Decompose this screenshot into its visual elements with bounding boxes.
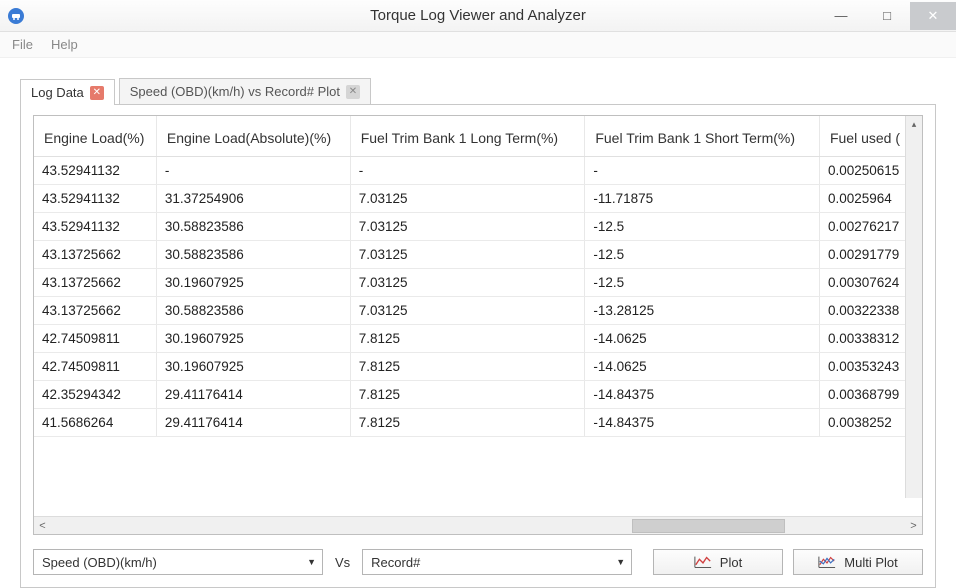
maximize-button[interactable]: □	[864, 2, 910, 30]
dropdown-value: Record#	[371, 555, 610, 570]
content-area: Log Data ✕ Speed (OBD)(km/h) vs Record# …	[0, 58, 956, 588]
table-cell: -12.5	[585, 213, 820, 241]
tab-speed-plot[interactable]: Speed (OBD)(km/h) vs Record# Plot ✕	[119, 78, 371, 104]
table-cell: 7.03125	[350, 241, 585, 269]
multi-plot-icon	[818, 555, 836, 569]
tab-panel: Engine Load(%)Engine Load(Absolute)(%)Fu…	[20, 104, 936, 588]
scroll-right-icon[interactable]: >	[905, 520, 922, 532]
table-row[interactable]: 43.5294113231.372549067.03125-11.718750.…	[34, 185, 922, 213]
table-cell: 29.41176414	[156, 409, 350, 437]
table-cell: 30.19607925	[156, 353, 350, 381]
close-button[interactable]: ✕	[910, 2, 956, 30]
table-cell: -13.28125	[585, 297, 820, 325]
table-cell: 30.58823586	[156, 297, 350, 325]
scrollbar-thumb[interactable]	[632, 519, 786, 533]
table-row[interactable]: 42.7450981130.196079257.8125-14.06250.00…	[34, 353, 922, 381]
table-cell: 43.13725662	[34, 269, 156, 297]
close-icon[interactable]: ✕	[346, 85, 360, 99]
table-cell: -	[350, 157, 585, 185]
table-row[interactable]: 43.5294113230.588235867.03125-12.50.0027…	[34, 213, 922, 241]
table-cell: -14.84375	[585, 381, 820, 409]
vertical-scrollbar[interactable]: ▴	[905, 116, 922, 498]
scroll-left-icon[interactable]: <	[34, 520, 51, 532]
horizontal-scrollbar[interactable]: < >	[34, 516, 922, 534]
scroll-up-icon[interactable]: ▴	[906, 116, 922, 132]
table-cell: 30.58823586	[156, 241, 350, 269]
table-cell: 43.52941132	[34, 157, 156, 185]
table-row[interactable]: 43.1372566230.588235867.03125-13.281250.…	[34, 297, 922, 325]
window-title: Torque Log Viewer and Analyzer	[0, 7, 956, 24]
table-cell: -12.5	[585, 269, 820, 297]
table-cell: -	[585, 157, 820, 185]
table-row[interactable]: 41.568626429.411764147.8125-14.843750.00…	[34, 409, 922, 437]
table-cell: 43.52941132	[34, 213, 156, 241]
window-controls: — □ ✕	[818, 2, 956, 30]
multi-plot-button[interactable]: Multi Plot	[793, 549, 923, 575]
table-cell: -12.5	[585, 241, 820, 269]
table-cell: 30.19607925	[156, 325, 350, 353]
plot-button[interactable]: Plot	[653, 549, 783, 575]
table-cell: 7.03125	[350, 185, 585, 213]
table-cell: 7.8125	[350, 353, 585, 381]
titlebar: Torque Log Viewer and Analyzer — □ ✕	[0, 0, 956, 32]
menubar: File Help	[0, 32, 956, 58]
tab-label: Speed (OBD)(km/h) vs Record# Plot	[130, 84, 340, 99]
app-icon	[8, 8, 24, 24]
data-table: Engine Load(%)Engine Load(Absolute)(%)Fu…	[34, 116, 922, 437]
minimize-button[interactable]: —	[818, 2, 864, 30]
table-cell: 43.13725662	[34, 297, 156, 325]
button-label: Multi Plot	[844, 555, 897, 570]
table-cell: 7.8125	[350, 409, 585, 437]
menu-help[interactable]: Help	[51, 37, 78, 52]
chevron-down-icon: ▼	[307, 557, 316, 567]
table-cell: 43.52941132	[34, 185, 156, 213]
table-cell: -11.71875	[585, 185, 820, 213]
table-cell: -14.0625	[585, 325, 820, 353]
y-axis-select[interactable]: Record# ▼	[362, 549, 632, 575]
tab-label: Log Data	[31, 85, 84, 100]
tab-log-data[interactable]: Log Data ✕	[20, 79, 115, 105]
column-header[interactable]: Engine Load(%)	[34, 116, 156, 157]
table-cell: 7.8125	[350, 325, 585, 353]
scrollbar-track[interactable]	[51, 517, 905, 534]
button-label: Plot	[720, 555, 742, 570]
table-cell: 30.19607925	[156, 269, 350, 297]
table-cell: 29.41176414	[156, 381, 350, 409]
dropdown-value: Speed (OBD)(km/h)	[42, 555, 301, 570]
table-cell: 41.5686264	[34, 409, 156, 437]
grid-viewport: Engine Load(%)Engine Load(Absolute)(%)Fu…	[34, 116, 922, 516]
table-row[interactable]: 43.1372566230.588235867.03125-12.50.0029…	[34, 241, 922, 269]
table-cell: 42.74509811	[34, 325, 156, 353]
table-cell: 30.58823586	[156, 213, 350, 241]
column-header[interactable]: Engine Load(Absolute)(%)	[156, 116, 350, 157]
table-cell: -14.84375	[585, 409, 820, 437]
vs-label: Vs	[333, 555, 352, 570]
column-header[interactable]: Fuel Trim Bank 1 Long Term(%)	[350, 116, 585, 157]
plot-controls: Speed (OBD)(km/h) ▼ Vs Record# ▼ Plot Mu…	[33, 549, 923, 575]
table-row[interactable]: 43.52941132---0.00250615	[34, 157, 922, 185]
close-icon[interactable]: ✕	[90, 86, 104, 100]
tab-strip: Log Data ✕ Speed (OBD)(km/h) vs Record# …	[20, 76, 936, 104]
table-cell: 31.37254906	[156, 185, 350, 213]
x-axis-select[interactable]: Speed (OBD)(km/h) ▼	[33, 549, 323, 575]
table-cell: 42.74509811	[34, 353, 156, 381]
table-cell: 7.8125	[350, 381, 585, 409]
menu-file[interactable]: File	[12, 37, 33, 52]
table-cell: -14.0625	[585, 353, 820, 381]
plot-icon	[694, 555, 712, 569]
table-row[interactable]: 42.3529434229.411764147.8125-14.843750.0…	[34, 381, 922, 409]
table-cell: 7.03125	[350, 297, 585, 325]
table-cell: 7.03125	[350, 269, 585, 297]
data-grid: Engine Load(%)Engine Load(Absolute)(%)Fu…	[33, 115, 923, 535]
table-header-row: Engine Load(%)Engine Load(Absolute)(%)Fu…	[34, 116, 922, 157]
chevron-down-icon: ▼	[616, 557, 625, 567]
table-cell: -	[156, 157, 350, 185]
table-cell: 43.13725662	[34, 241, 156, 269]
table-row[interactable]: 43.1372566230.196079257.03125-12.50.0030…	[34, 269, 922, 297]
column-header[interactable]: Fuel Trim Bank 1 Short Term(%)	[585, 116, 820, 157]
table-cell: 7.03125	[350, 213, 585, 241]
table-cell: 42.35294342	[34, 381, 156, 409]
table-row[interactable]: 42.7450981130.196079257.8125-14.06250.00…	[34, 325, 922, 353]
